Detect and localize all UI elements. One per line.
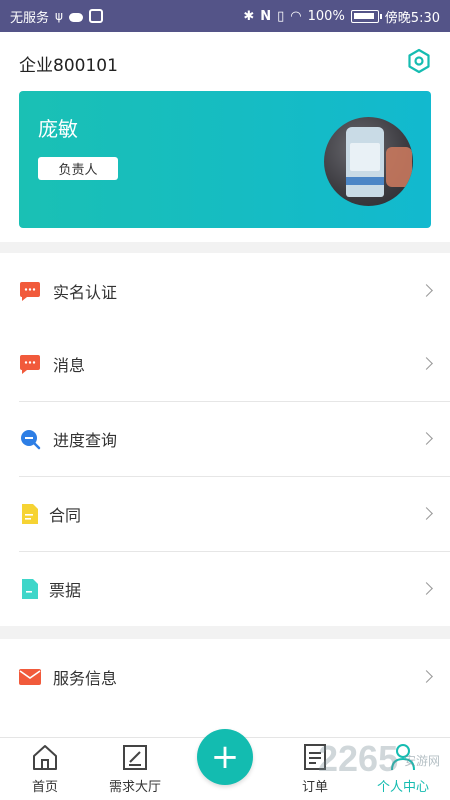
mail-icon: [19, 666, 41, 688]
row-invoice[interactable]: 票据: [0, 551, 450, 626]
nav-home[interactable]: 首页: [5, 742, 85, 798]
role-badge: 负责人: [38, 157, 118, 180]
battery-icon: [350, 9, 382, 23]
profile-card[interactable]: 庞敏 负责人: [19, 91, 431, 228]
app-icon: [88, 9, 103, 23]
cloud-icon: [68, 13, 83, 22]
row-label-verify: 实名认证: [53, 282, 118, 302]
nfc-icon: N: [260, 8, 272, 24]
row-service[interactable]: 服务信息: [0, 639, 450, 714]
main-menu-section: 消息 进度查询 合同 票据: [0, 326, 450, 626]
company-title: 企业800101: [19, 56, 118, 76]
edit-icon: [120, 742, 150, 772]
home-icon: [30, 742, 60, 772]
nav-label-home: 首页: [31, 780, 58, 795]
avatar-background-object: [386, 147, 412, 187]
chevron-right-icon: [420, 284, 433, 297]
chevron-right-icon: [420, 507, 433, 520]
carrier-text: 无服务: [10, 10, 50, 26]
row-verify[interactable]: 实名认证: [0, 253, 450, 328]
wifi-icon: ◠: [290, 8, 302, 24]
header: 企业800101 庞敏 负责人: [0, 32, 450, 242]
avatar[interactable]: [324, 117, 413, 206]
row-label-invoice: 票据: [49, 580, 82, 600]
service-section: 服务信息: [0, 639, 450, 737]
clock: 傍晚5:30: [384, 10, 440, 26]
chat-bubble-icon: [19, 353, 41, 375]
row-contract[interactable]: 合同: [0, 476, 450, 551]
chevron-right-icon: [420, 670, 433, 683]
nav-label-demand: 需求大厅: [108, 780, 161, 795]
vibrate-icon: ▯: [277, 8, 285, 24]
nav-demand[interactable]: 需求大厅: [95, 742, 175, 798]
row-label-contract: 合同: [49, 505, 82, 525]
avatar-cup-label: [350, 143, 380, 171]
chevron-right-icon: [420, 582, 433, 595]
row-label-progress: 进度查询: [53, 430, 118, 450]
row-label-service: 服务信息: [53, 668, 118, 688]
chat-bubble-icon: [19, 280, 41, 302]
chevron-right-icon: [420, 357, 433, 370]
search-icon: [19, 428, 41, 450]
profile-name: 庞敏: [38, 117, 78, 141]
bluetooth-icon: ✱: [243, 8, 255, 24]
watermark-subtext: 安游网: [404, 754, 441, 768]
row-label-messages: 消息: [53, 355, 86, 375]
verify-section: 实名认证: [0, 253, 450, 328]
row-messages[interactable]: 消息: [0, 326, 450, 401]
chevron-right-icon: [420, 432, 433, 445]
avatar-cup-band: [346, 177, 384, 185]
watermark-text: 2265: [318, 738, 399, 779]
battery-percent: 100%: [307, 8, 345, 24]
row-progress[interactable]: 进度查询: [0, 401, 450, 476]
status-bar: 无服务 ψ ✱ N ▯ ◠ 100% 傍晚5:30: [0, 0, 450, 32]
settings-hexagon-icon[interactable]: [405, 47, 433, 75]
document-icon: [19, 578, 41, 600]
add-button[interactable]: +: [197, 729, 253, 785]
usb-icon: ψ: [55, 9, 63, 23]
document-icon: [19, 503, 41, 525]
